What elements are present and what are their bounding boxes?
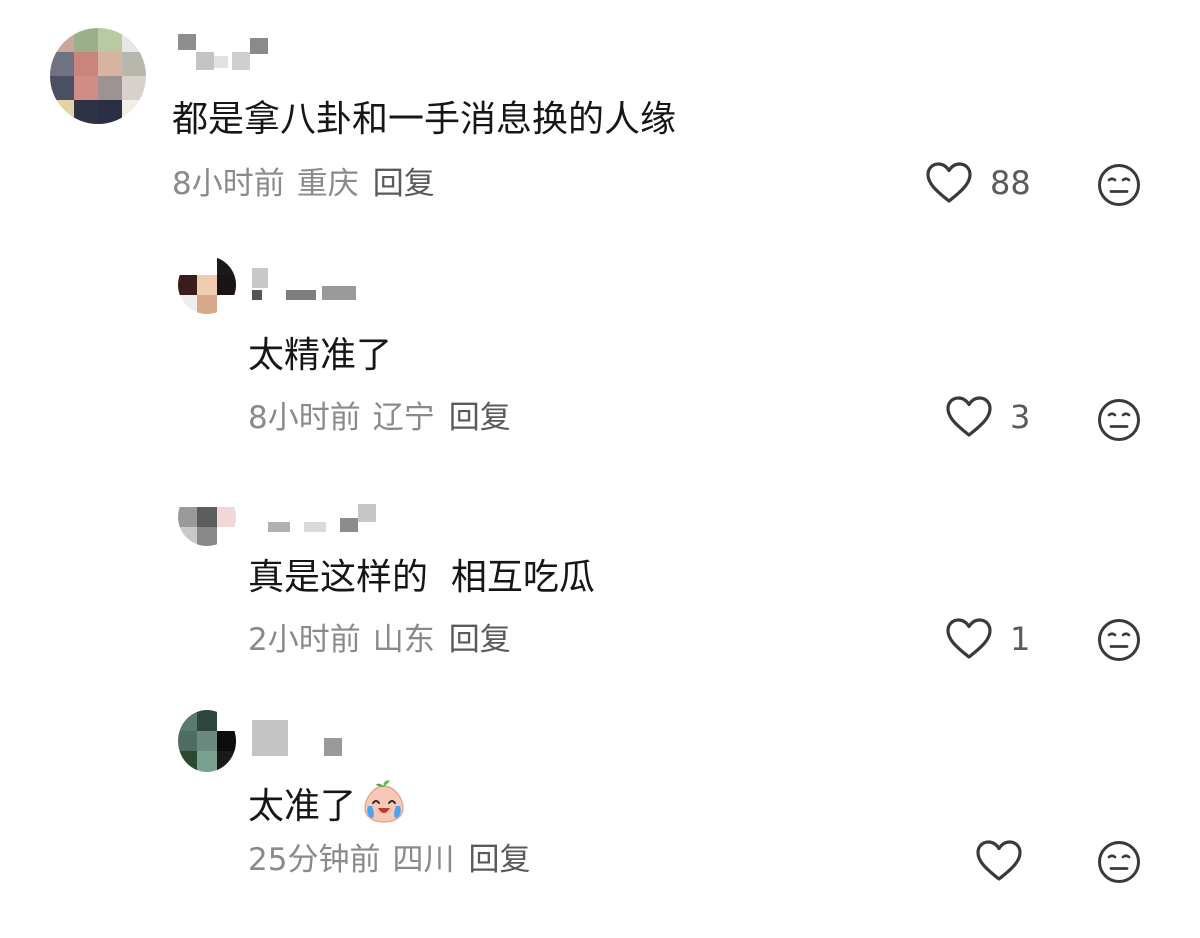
comment-time: 8小时前 <box>172 166 285 202</box>
reply-button[interactable]: 回复 <box>373 166 435 202</box>
comment-time: 2小时前 <box>248 622 361 658</box>
comment-time: 25分钟前 <box>248 842 381 878</box>
avatar[interactable] <box>178 256 236 314</box>
comment-meta: 8小时前 重庆 回复 <box>172 164 435 204</box>
comment-item: 都是拿八卦和一手消息换的人缘 8小时前 重庆 回复 88 <box>0 0 1200 230</box>
reply-button[interactable]: 回复 <box>449 622 511 658</box>
like-button[interactable]: 3 <box>946 396 1030 438</box>
comment-text-body: 太准了 <box>248 786 357 827</box>
like-count: 88 <box>990 164 1031 202</box>
comment-text: 都是拿八卦和一手消息换的人缘 <box>172 99 677 140</box>
heart-outline-icon <box>926 162 972 203</box>
neutral-face-icon[interactable] <box>1097 840 1141 884</box>
crying-laughing-peach-emoji <box>364 780 404 823</box>
comment-location: 辽宁 <box>372 400 435 436</box>
reply-button[interactable]: 回复 <box>468 842 530 878</box>
neutral-face-icon[interactable] <box>1097 618 1141 662</box>
comment-meta: 2小时前 山东 回复 <box>248 620 511 660</box>
heart-outline-icon <box>976 840 1022 881</box>
username-pixelated[interactable] <box>178 34 278 74</box>
username-pixelated[interactable] <box>252 720 352 760</box>
comment-text: 太准了 <box>248 778 408 829</box>
comment-text: 真是这样的 相互吃瓜 <box>248 557 595 598</box>
comment-meta: 25分钟前 四川 回复 <box>248 840 530 880</box>
like-button[interactable] <box>976 840 1022 882</box>
reply-item: 真是这样的 相互吃瓜 2小时前 山东 回复 1 <box>0 460 1200 680</box>
like-count: 1 <box>1010 620 1031 658</box>
username-pixelated[interactable] <box>262 500 382 540</box>
comment-location: 四川 <box>392 842 455 878</box>
reply-item: 太准了 25分钟前 四川 回复 <box>0 680 1200 938</box>
comment-time: 8小时前 <box>248 400 361 436</box>
like-button[interactable]: 1 <box>946 618 1030 660</box>
avatar[interactable] <box>178 488 236 546</box>
username-pixelated[interactable] <box>252 268 372 308</box>
avatar[interactable] <box>50 28 146 124</box>
comment-location: 山东 <box>372 622 435 658</box>
neutral-face-icon[interactable] <box>1097 163 1141 207</box>
heart-outline-icon <box>946 396 992 437</box>
comment-text: 太精准了 <box>248 335 393 376</box>
comment-meta: 8小时前 辽宁 回复 <box>248 398 511 438</box>
like-button[interactable]: 88 <box>926 162 1031 204</box>
heart-outline-icon <box>946 618 992 659</box>
avatar[interactable] <box>178 710 236 772</box>
comment-location: 重庆 <box>296 166 359 202</box>
reply-item: 太精准了 8小时前 辽宁 回复 3 <box>0 230 1200 460</box>
like-count: 3 <box>1010 398 1031 436</box>
neutral-face-icon[interactable] <box>1097 398 1141 442</box>
reply-button[interactable]: 回复 <box>449 400 511 436</box>
